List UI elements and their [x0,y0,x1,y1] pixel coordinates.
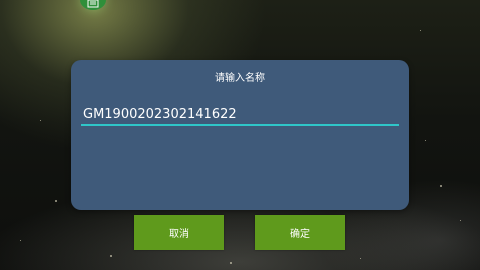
background-sparkle [20,240,21,241]
background-sparkle [420,30,421,31]
tv-app-icon-glyph [87,0,99,8]
dialog-title: 请输入名称 [215,73,265,84]
background-sparkle [360,258,361,259]
background-sparkle [55,200,57,202]
tv-app-icon[interactable] [80,0,106,10]
background-sparkle [40,120,41,121]
background-sparkle [460,220,461,221]
confirm-button[interactable]: 确定 [255,215,345,250]
name-input[interactable]: GM1900202302141622 [81,104,399,126]
screen-background: 请输入名称 GM1900202302141622 取消 确定 [0,0,480,270]
background-sparkle [425,140,426,141]
input-name-dialog: 请输入名称 GM1900202302141622 [71,60,409,210]
cancel-button[interactable]: 取消 [134,215,224,250]
background-sparkle [110,255,112,257]
background-sparkle [230,262,232,264]
background-sparkle [440,185,442,187]
